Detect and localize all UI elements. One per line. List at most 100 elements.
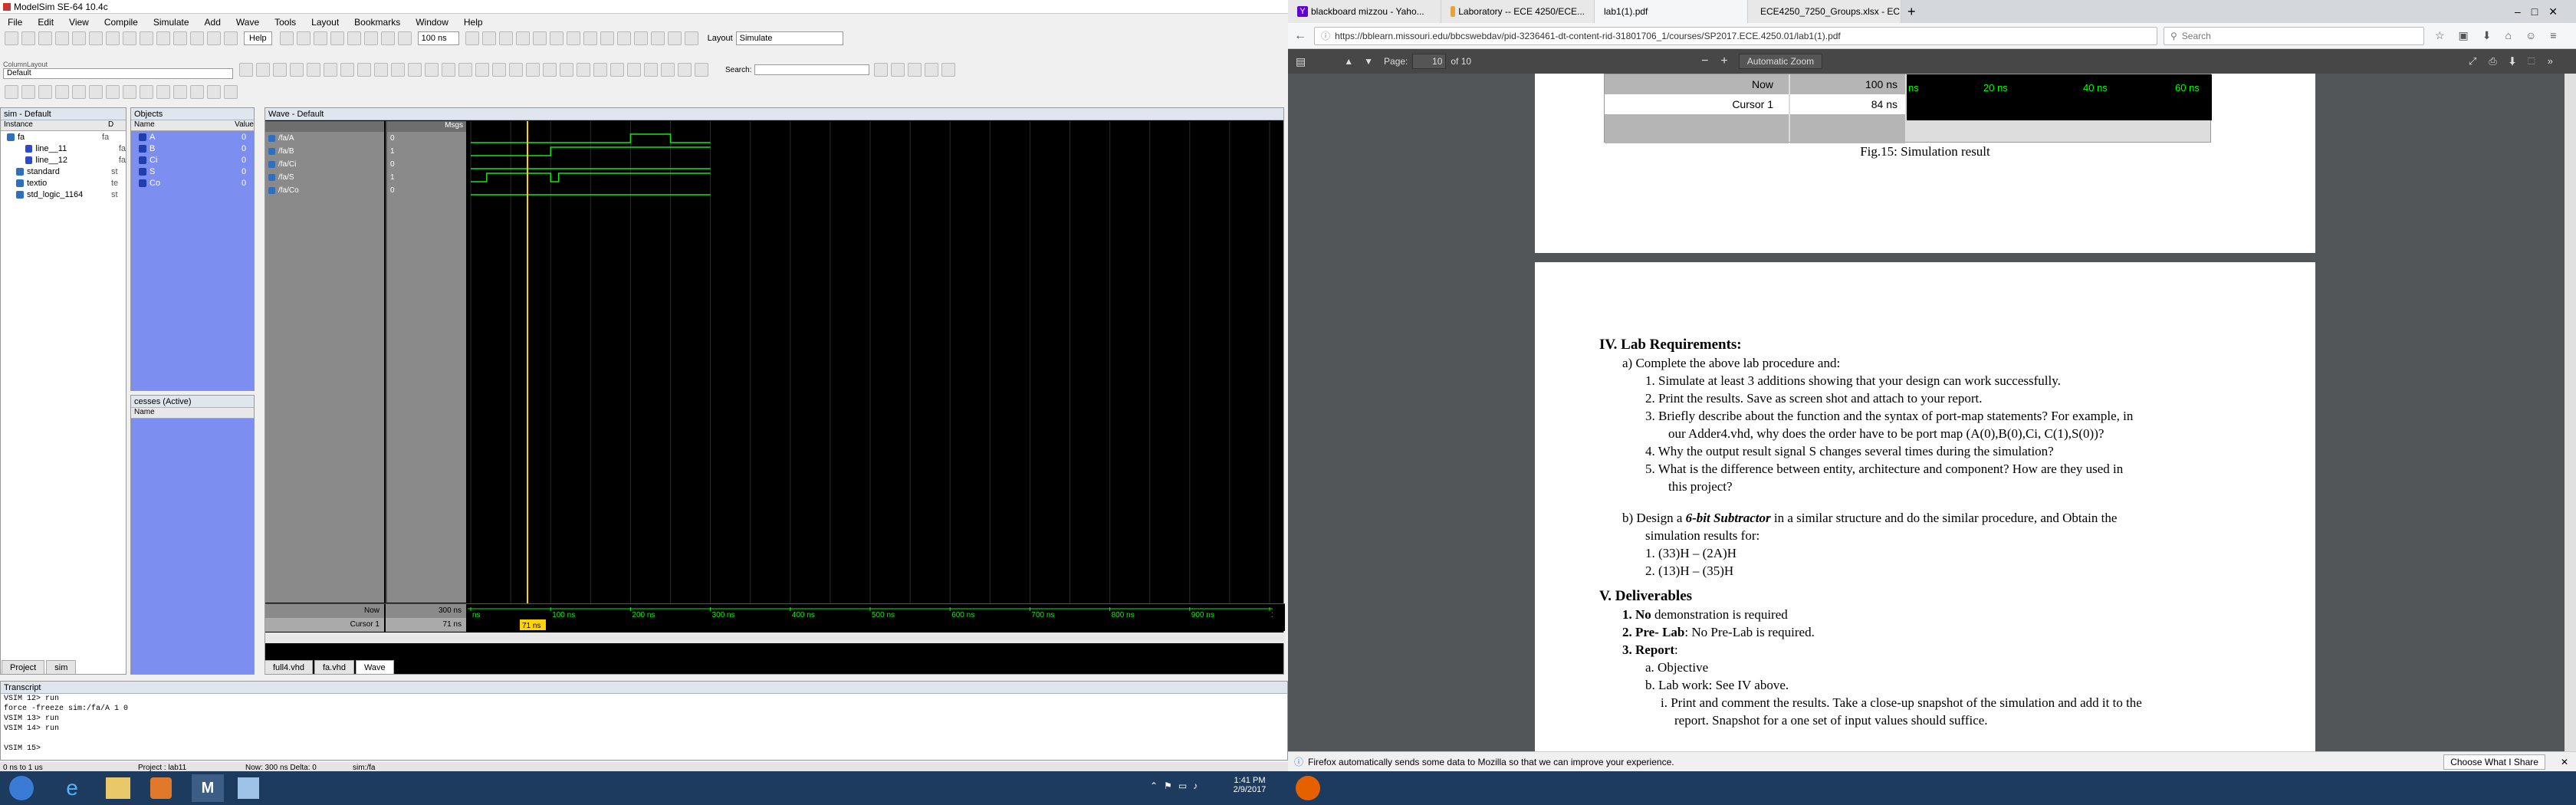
tab-wave[interactable]: Wave (355, 660, 394, 674)
instance-row[interactable]: line__12 fa (1, 154, 126, 166)
toolbar-button-icon[interactable] (340, 63, 354, 77)
toolbar-button-icon[interactable] (106, 31, 120, 45)
toolbar-button-icon[interactable] (374, 63, 388, 77)
menu-edit[interactable]: Edit (38, 17, 54, 28)
toolbar-button-icon[interactable] (156, 85, 170, 99)
tab-project[interactable]: Project (2, 660, 45, 674)
wave-signal-row[interactable]: /fa/B (265, 145, 384, 158)
toolbar-button-icon[interactable] (224, 85, 238, 99)
url-bar[interactable]: ⓘ https://bblearn.missouri.edu/bbcswebda… (1314, 26, 2157, 45)
toolbar-button-icon[interactable] (650, 31, 665, 45)
toolbar-button-icon[interactable] (55, 85, 69, 99)
modelsim-task-icon[interactable]: M (192, 774, 224, 802)
menu-simulate[interactable]: Simulate (153, 17, 189, 28)
toolbar-button-icon[interactable] (560, 63, 573, 77)
name-column[interactable]: Name (131, 120, 235, 130)
toolbar-button-icon[interactable] (593, 63, 607, 77)
toolbar-button-icon[interactable] (173, 85, 187, 99)
object-row[interactable]: Ci 0 (131, 154, 254, 166)
toolbar-button-icon[interactable] (391, 63, 405, 77)
toolbar-button-icon[interactable] (21, 85, 35, 99)
toolbar-button-icon[interactable] (290, 63, 304, 77)
toolbar-button-icon[interactable] (492, 63, 506, 77)
choose-what-i-share-button[interactable]: Choose What I Share (2443, 754, 2545, 770)
column-layout-select[interactable]: Default (3, 68, 233, 79)
toolbar-button-icon[interactable] (190, 85, 204, 99)
toolbar-button-icon[interactable] (89, 85, 103, 99)
instance-row[interactable]: textio te (1, 177, 126, 189)
toolbar-button-icon[interactable] (543, 63, 557, 77)
toolbar-button-icon[interactable] (600, 31, 614, 45)
toolbar-button-icon[interactable] (465, 31, 479, 45)
toolbar-button-icon[interactable] (140, 31, 153, 45)
toolbar-button-icon[interactable] (509, 63, 523, 77)
design-unit-column[interactable]: D (108, 120, 113, 130)
object-row[interactable]: A0 (131, 131, 254, 143)
toolbar-button-icon[interactable] (357, 63, 371, 77)
tab-full4-vhd[interactable]: full4.vhd (264, 660, 313, 674)
zoom-in-icon[interactable]: + (1720, 54, 1727, 68)
toolbar-button-icon[interactable] (515, 31, 530, 45)
tab-groups-xlsx[interactable]: ECE4250_7250_Groups.xlsx - EC... (1748, 0, 1901, 23)
toolbar-button-icon[interactable] (330, 31, 344, 45)
menu-bookmarks[interactable]: Bookmarks (354, 17, 400, 28)
menu-layout[interactable]: Layout (311, 17, 339, 28)
value-column[interactable]: Value (235, 120, 254, 130)
media-player-icon[interactable] (150, 777, 172, 799)
toolbar-button-icon[interactable] (566, 31, 580, 45)
toolbar-icons[interactable]: ☆▣⬇⌂☺≡ (2435, 29, 2570, 42)
toolbar-button-icon[interactable] (633, 31, 648, 45)
tab-sim[interactable]: sim (46, 660, 77, 674)
toolbar-button-icon[interactable] (695, 63, 708, 77)
wave-scrollbar[interactable] (265, 632, 1285, 643)
toolbar-button-icon[interactable] (256, 63, 270, 77)
toolbar-button-icon[interactable] (307, 63, 320, 77)
help-field[interactable]: Help (244, 31, 272, 45)
window-controls[interactable]: –□✕ (2515, 5, 2568, 18)
toolbar-button-icon[interactable] (627, 63, 641, 77)
toolbar-button-icon[interactable] (610, 63, 624, 77)
layout-select[interactable]: Simulate (735, 31, 843, 45)
toolbar-button-icon[interactable] (526, 63, 540, 77)
menu-window[interactable]: Window (416, 17, 449, 28)
toolbar-button-icon[interactable] (925, 63, 939, 77)
toolbar-button-icon[interactable] (279, 31, 294, 45)
tab-lab1-pdf[interactable]: lab1(1).pdf (1595, 0, 1748, 23)
start-button[interactable] (9, 776, 34, 800)
toolbar-button-icon[interactable] (55, 31, 69, 45)
toolbar-button-icon[interactable] (123, 85, 136, 99)
instance-row[interactable]: standard st (1, 166, 126, 177)
next-page-icon[interactable]: ▼ (1364, 56, 1373, 67)
toolbar-button-icon[interactable] (425, 63, 439, 77)
toolbar-button-icon[interactable] (324, 63, 337, 77)
toolbar-button-icon[interactable] (583, 31, 597, 45)
object-row[interactable]: S0 (131, 166, 254, 177)
object-row[interactable]: Co 0 (131, 177, 254, 189)
toolbar-button-icon[interactable] (239, 63, 253, 77)
toolbar-button-icon[interactable] (313, 31, 327, 45)
back-icon[interactable]: ← (1294, 29, 1306, 43)
cursor-label[interactable]: Cursor 1 (265, 618, 384, 632)
tab-blackboard[interactable]: Yblackboard mizzou - Yaho... (1288, 0, 1441, 23)
process-name-column[interactable]: Name (131, 408, 155, 418)
object-row[interactable]: B0 (131, 143, 254, 154)
clock[interactable]: 1:41 PM 2/9/2017 (1219, 776, 1280, 794)
run-length-input[interactable]: 100 ns (417, 31, 459, 45)
toolbar-button-icon[interactable] (224, 31, 238, 45)
toolbar-button-icon[interactable] (5, 85, 18, 99)
toolbar-button-icon[interactable] (190, 31, 204, 45)
toolbar-button-icon[interactable] (207, 31, 221, 45)
wave-search-input[interactable] (754, 64, 870, 75)
toolbar-button-icon[interactable] (498, 31, 513, 45)
pdf-tool-icons[interactable]: ⤢⎙⬇⬚» (2469, 55, 2565, 67)
tray-icons[interactable]: ⌃⚑▭♪ (1150, 780, 1204, 791)
toolbar-button-icon[interactable] (173, 31, 187, 45)
zoom-select[interactable]: Automatic Zoom (1738, 54, 1823, 69)
firefox-task-icon[interactable] (1296, 776, 1320, 800)
new-tab-button[interactable]: + (1907, 4, 1916, 20)
zoom-out-icon[interactable]: − (1701, 54, 1708, 68)
wave-signal-row[interactable]: /fa/Co (265, 184, 384, 197)
toolbar-button-icon[interactable] (475, 63, 489, 77)
menu-add[interactable]: Add (205, 17, 221, 28)
toolbar-button-icon[interactable] (874, 63, 889, 77)
